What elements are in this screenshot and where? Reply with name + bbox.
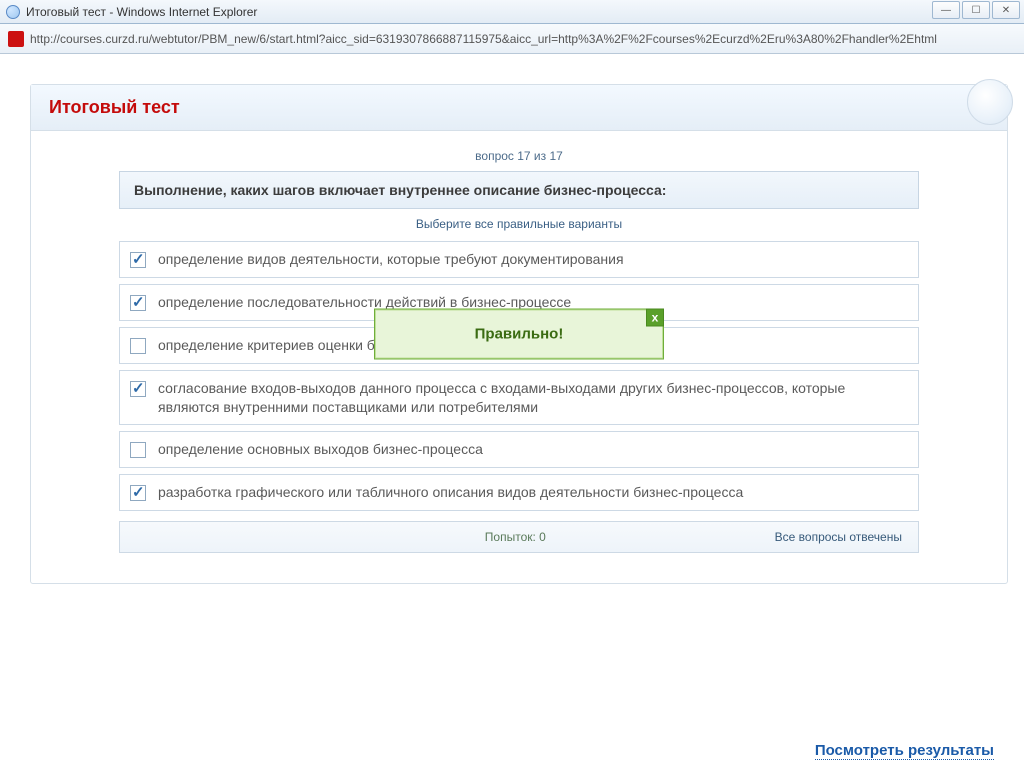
answer-checkbox[interactable] (130, 338, 146, 354)
answer-option[interactable]: определение видов деятельности, которые … (119, 241, 919, 278)
answer-checkbox[interactable] (130, 485, 146, 501)
page-viewport: Итоговый тест вопрос 17 из 17 Выполнение… (0, 54, 1024, 768)
quiz-box: Выполнение, каких шагов включает внутрен… (119, 171, 919, 553)
close-popup-button[interactable]: x (646, 309, 664, 327)
answer-checkbox[interactable] (130, 252, 146, 268)
minimize-button[interactable]: — (932, 1, 960, 19)
feedback-popup: x Правильно! (374, 309, 664, 360)
view-results-link[interactable]: Посмотреть результаты (815, 742, 994, 760)
question-progress: вопрос 17 из 17 (31, 149, 1007, 163)
answer-text: определение видов деятельности, которые … (158, 250, 624, 269)
options-list: определение видов деятельности, которые … (119, 241, 919, 511)
address-bar: http://courses.curzd.ru/webtutor/PBM_new… (0, 24, 1024, 54)
page-title: Итоговый тест (49, 97, 180, 117)
question-text: Выполнение, каких шагов включает внутрен… (119, 171, 919, 209)
question-instruction: Выберите все правильные варианты (119, 217, 919, 231)
spacer (136, 530, 256, 544)
decor-circle-icon (967, 79, 1013, 125)
answer-checkbox[interactable] (130, 295, 146, 311)
window-titlebar: Итоговый тест - Windows Internet Explore… (0, 0, 1024, 24)
answer-text: согласование входов-выходов данного проц… (158, 379, 906, 417)
favicon-icon (8, 31, 24, 47)
window-title: Итоговый тест - Windows Internet Explore… (26, 5, 1018, 19)
ie-icon (6, 5, 20, 19)
card-header: Итоговый тест (31, 85, 1007, 131)
close-window-button[interactable]: ✕ (992, 1, 1020, 19)
answer-text: определение основных выходов бизнес-проц… (158, 440, 483, 459)
answer-option[interactable]: определение основных выходов бизнес-проц… (119, 431, 919, 468)
quiz-card: Итоговый тест вопрос 17 из 17 Выполнение… (30, 84, 1008, 584)
answer-checkbox[interactable] (130, 442, 146, 458)
url-text[interactable]: http://courses.curzd.ru/webtutor/PBM_new… (30, 32, 1016, 46)
quiz-footer: Попыток: 0 Все вопросы отвечены (119, 521, 919, 553)
window-controls: — ☐ ✕ (932, 1, 1020, 19)
maximize-button[interactable]: ☐ (962, 1, 990, 19)
feedback-message: Правильно! (475, 326, 564, 343)
answered-status: Все вопросы отвечены (775, 530, 902, 544)
answer-checkbox[interactable] (130, 381, 146, 397)
answer-text: разработка графического или табличного о… (158, 483, 743, 502)
attempts-count: Попыток: 0 (256, 530, 775, 544)
answer-option[interactable]: согласование входов-выходов данного проц… (119, 370, 919, 426)
answer-option[interactable]: разработка графического или табличного о… (119, 474, 919, 511)
